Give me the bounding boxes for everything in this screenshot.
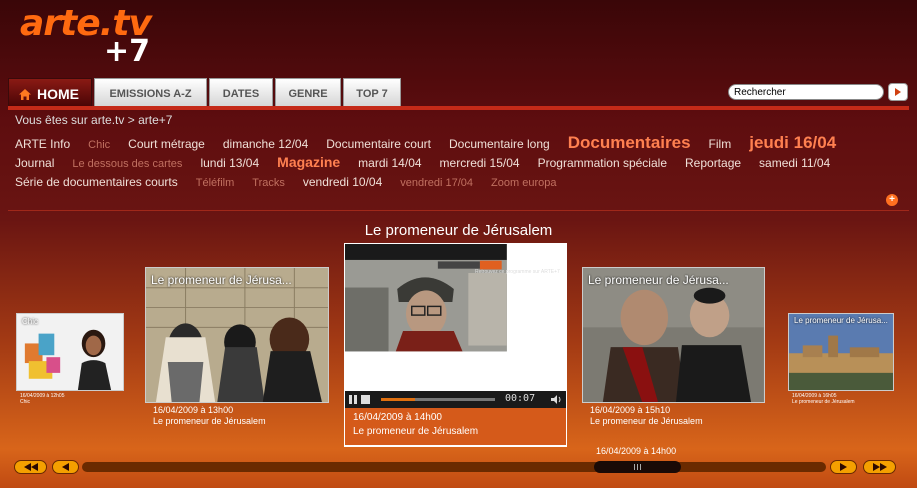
video-frame [345, 244, 507, 352]
thumb-title: Le promeneur de Jérusa... [794, 316, 888, 325]
more-tags-button[interactable]: + [886, 194, 898, 206]
pause-icon[interactable] [349, 395, 357, 404]
carousel-item-4[interactable]: Le promeneur de Jérusa... [788, 313, 894, 391]
tag-link[interactable]: Série de documentaires courts [15, 174, 178, 191]
tag-link[interactable]: samedi 11/04 [759, 155, 830, 172]
carousel-main-title: Le promeneur de Jérusalem [364, 222, 553, 239]
tag-link[interactable]: Film [709, 136, 732, 153]
scroll-prev-button[interactable] [52, 460, 79, 474]
caption-date: 16/04/2009 à 13h00 [153, 405, 234, 415]
scroll-first-button[interactable] [14, 460, 47, 474]
tab-home-label: HOME [37, 86, 79, 102]
grip-icon [633, 464, 641, 470]
tag-link[interactable]: Reportage [685, 155, 741, 172]
tab-genre[interactable]: GENRE [275, 78, 341, 106]
tag-link[interactable]: Documentaire court [326, 136, 431, 153]
tag-link[interactable]: vendredi 10/04 [303, 174, 382, 191]
tag-link[interactable]: Programmation spéciale [538, 155, 667, 172]
caption-3: 16/04/2009 à 15h10 Le promeneur de Jérus… [590, 405, 703, 427]
volume-icon[interactable] [551, 394, 562, 405]
double-right-arrow-icon [872, 463, 887, 471]
search-button[interactable] [888, 83, 908, 101]
tab-dates[interactable]: DATES [209, 78, 273, 106]
tab-top7[interactable]: TOP 7 [343, 78, 401, 106]
caption-title: Le promeneur de Jérusalem [590, 416, 703, 426]
progress-track[interactable] [381, 398, 495, 401]
tab-emissions-az[interactable]: EMISSIONS A-Z [94, 78, 207, 106]
caption-title: Le promeneur de Jérusalem [353, 426, 479, 437]
tag-link[interactable]: Journal [15, 155, 54, 172]
search-input[interactable] [728, 84, 884, 100]
tag-link[interactable]: ARTE Info [15, 136, 70, 153]
tag-link[interactable]: Magazine [277, 154, 340, 171]
main-nav: HOME EMISSIONS A-Z DATES GENRE TOP 7 [8, 78, 403, 106]
home-icon [19, 89, 31, 100]
tag-cloud: ARTE Info Chic Court métrage dimanche 12/04… [15, 134, 905, 192]
thumbnail-jerusalem [789, 314, 893, 390]
arte-logo[interactable]: arte.tv +7 [20, 4, 180, 70]
section-divider [8, 210, 909, 211]
tag-link[interactable]: Zoom europa [491, 175, 556, 192]
player-overlay-text: Retrouvez ce programme sur ARTE+7 [475, 269, 560, 275]
scroll-last-button[interactable] [863, 460, 896, 474]
thumb-title: Le promeneur de Jérusa... [588, 273, 729, 287]
tag-link[interactable]: Documentaire long [449, 136, 550, 153]
caption-title: Le promeneur de Jérusalem [792, 399, 855, 405]
tag-link[interactable]: Tracks [252, 175, 285, 192]
carousel-item-3[interactable]: Le promeneur de Jérusa... [582, 267, 765, 403]
tag-link[interactable]: Chic [88, 137, 110, 154]
caption-date: 16/04/2009 à 14h00 [353, 412, 442, 423]
tag-link[interactable]: vendredi 17/04 [400, 175, 473, 192]
player-controls: 00:07 [345, 391, 566, 408]
tag-link[interactable]: dimanche 12/04 [223, 136, 308, 153]
tag-link[interactable]: mardi 14/04 [358, 155, 421, 172]
left-arrow-icon [62, 463, 69, 471]
caption-2: 16/04/2009 à 14h00 Le promeneur de Jérus… [353, 411, 478, 439]
tag-link[interactable]: Le dessous des cartes [72, 156, 182, 173]
breadcrumb: Vous êtes sur arte.tv > arte+7 [15, 113, 173, 127]
scrollbar-thumb[interactable] [594, 461, 682, 473]
timeline-scrollbar [14, 460, 896, 474]
search-arrow-icon [895, 88, 901, 96]
nav-underline [8, 106, 909, 110]
stop-icon[interactable] [361, 395, 370, 404]
progress-fill [381, 398, 416, 401]
tag-link[interactable]: Documentaires [568, 134, 691, 151]
carousel-item-0[interactable]: Chic [16, 313, 124, 391]
thumb-title: Le promeneur de Jérusa... [151, 273, 292, 287]
thumbnail-two-men [583, 268, 764, 402]
double-left-arrow-icon [23, 463, 38, 471]
player-time: 00:07 [505, 393, 536, 404]
caption-4: 16/04/2009 à 16h05 Le promeneur de Jérus… [792, 393, 855, 405]
tag-link[interactable]: Téléfilm [196, 175, 235, 192]
tag-link[interactable]: jeudi 16/04 [749, 134, 836, 151]
caption-date: 16/04/2009 à 15h10 [590, 405, 671, 415]
right-arrow-icon [840, 463, 847, 471]
tab-home[interactable]: HOME [8, 78, 92, 106]
caption-title: Le promeneur de Jérusalem [153, 416, 266, 426]
caption-0: 16/04/2009 à 12h05 Chic [20, 393, 65, 405]
scrollbar-date-label: 16/04/2009 à 14h00 [596, 446, 677, 456]
tag-link[interactable]: Court métrage [128, 136, 205, 153]
scrollbar-track[interactable] [82, 462, 826, 472]
caption-title: Chic [20, 399, 31, 405]
thumb-title: Chic [22, 317, 39, 326]
logo-plus7-text: +7 [104, 34, 151, 69]
carousel-item-1[interactable]: Le promeneur de Jérusa... [145, 267, 329, 403]
scroll-next-button[interactable] [830, 460, 857, 474]
thumbnail-wailing-wall [146, 268, 328, 402]
caption-1: 16/04/2009 à 13h00 Le promeneur de Jérus… [153, 405, 266, 427]
tag-link[interactable]: mercredi 15/04 [440, 155, 520, 172]
tag-link[interactable]: lundi 13/04 [200, 155, 259, 172]
